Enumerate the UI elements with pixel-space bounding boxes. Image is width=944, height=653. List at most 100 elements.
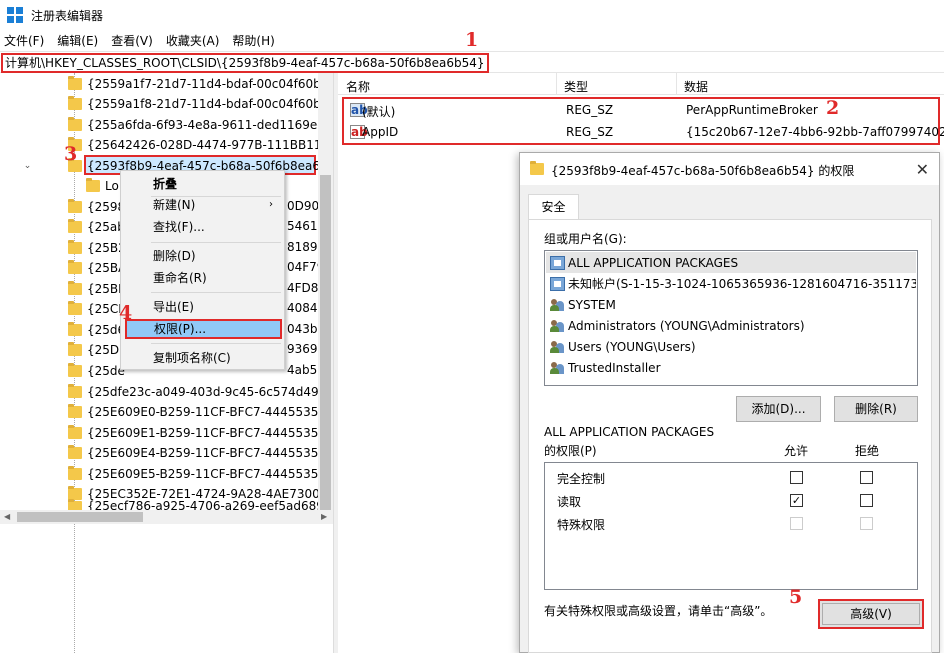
perm-label: 的权限(P) (544, 444, 597, 458)
menu-item-new[interactable]: 新建(N) › (123, 195, 283, 215)
user-list-item[interactable]: ALL APPLICATION PACKAGES (546, 252, 916, 273)
permission-row: 读取 ✓ (557, 491, 917, 511)
step-marker-2: 2 (826, 97, 840, 119)
column-type[interactable]: 类型 (564, 78, 588, 95)
folder-icon (68, 116, 82, 131)
user-list-item[interactable]: Users (YOUNG\Users) (546, 336, 916, 357)
tree-item[interactable]: {25E609E4-B259-11CF-BFC7-44455354 (0, 442, 318, 463)
allow-header: 允许 (784, 444, 809, 458)
column-data[interactable]: 数据 (684, 78, 708, 95)
deny-checkbox (860, 517, 873, 530)
tree-item[interactable]: {2559a1f8-21d7-11d4-bdaf-00c04f60b9 (0, 93, 318, 114)
tree-fragment: 0D90 (287, 199, 320, 213)
scroll-right-icon[interactable]: ▶ (321, 512, 327, 521)
deny-checkbox[interactable] (860, 471, 873, 484)
user-list-item[interactable]: SYSTEM (546, 294, 916, 315)
menu-item-copy-key-name[interactable]: 复制项名称(C) (123, 348, 283, 368)
values-highlight-box: ab (默认) REG_SZ PerAppRuntimeBroker ab Ap… (342, 97, 944, 145)
advanced-hint: 有关特殊权限或高级设置，请单击“高级”。 (544, 604, 773, 618)
menu-help[interactable]: 帮助(H) (232, 32, 274, 49)
user-list-item[interactable]: TrustedInstaller (546, 357, 916, 378)
chevron-right-icon: › (269, 199, 273, 210)
tree-fragment: 8189 (287, 240, 318, 254)
folder-icon (68, 95, 82, 110)
package-icon (550, 255, 565, 270)
menu-item-export[interactable]: 导出(E) (123, 297, 283, 317)
folder-icon (68, 383, 82, 398)
permission-list: 完全控制 读取 ✓ 特殊权限 (544, 462, 918, 590)
tree-vertical-scroll-thumb[interactable] (320, 175, 331, 510)
value-row[interactable]: ab (默认) REG_SZ PerAppRuntimeBroker (344, 100, 944, 121)
advanced-button[interactable]: 高级(V) (818, 599, 924, 629)
menu-favorites[interactable]: 收藏夹(A) (166, 32, 220, 49)
deny-checkbox[interactable] (860, 494, 873, 507)
allow-checkbox (790, 517, 803, 530)
tree-fragment: 5461 (287, 219, 318, 233)
remove-button[interactable]: 删除(R) (834, 396, 918, 422)
menu-item-find[interactable]: 查找(F)... (123, 217, 283, 237)
folder-icon (68, 300, 82, 315)
folder-icon (68, 444, 82, 459)
menu-item-rename[interactable]: 重命名(R) (123, 268, 283, 288)
window-title: 注册表编辑器 (31, 8, 104, 23)
security-tab-panel: 组或用户名(G): ALL APPLICATION PACKAGES 未知帐户(… (528, 219, 932, 653)
folder-icon (68, 239, 82, 254)
user-group-icon (550, 340, 565, 354)
folder-icon (68, 75, 82, 90)
step-marker-4: 4 (119, 302, 133, 324)
folder-icon (68, 485, 82, 500)
tree-fragment: 4FD8 (287, 281, 319, 295)
column-separator[interactable] (676, 73, 677, 95)
value-row[interactable]: ab AppID REG_SZ {15c20b67-12e7-4bb6-92bb… (344, 122, 944, 143)
deny-header: 拒绝 (855, 444, 880, 458)
menu-item-delete[interactable]: 删除(D) (123, 246, 283, 266)
menu-separator (151, 343, 281, 344)
menu-edit[interactable]: 编辑(E) (57, 32, 98, 49)
context-menu: 折叠 新建(N) › 查找(F)... 删除(D) 重命名(R) 导出(E) 权限… (120, 170, 285, 370)
folder-icon (68, 424, 82, 439)
address-path[interactable]: 计算机\HKEY_CLASSES_ROOT\CLSID\{2593f8b9-4e… (1, 53, 489, 73)
add-button[interactable]: 添加(D)... (736, 396, 821, 422)
step-marker-5: 5 (789, 586, 803, 608)
permission-row: 完全控制 (557, 468, 917, 488)
tree-item[interactable]: {25E609E1-B259-11CF-BFC7-44455354 (0, 422, 318, 443)
column-name[interactable]: 名称 (346, 78, 370, 95)
menu-item-collapse[interactable]: 折叠 (123, 174, 283, 194)
user-list-item[interactable]: 未知帐户(S-1-15-3-1024-1065365936-1281604716… (546, 273, 916, 294)
folder-icon (68, 362, 82, 377)
folder-icon (68, 280, 82, 295)
column-separator[interactable] (556, 73, 557, 95)
folder-icon (68, 259, 82, 274)
folder-icon (68, 341, 82, 356)
tree-item[interactable]: {2559a1f7-21d7-11d4-bdaf-00c04f60b9 (0, 73, 318, 94)
scroll-left-icon[interactable]: ◀ (4, 512, 10, 521)
menu-view[interactable]: 查看(V) (111, 32, 153, 49)
chevron-down-icon[interactable]: ⌄ (0, 161, 55, 171)
allow-checkbox[interactable] (790, 471, 803, 484)
step-marker-1: 1 (465, 29, 479, 51)
tree-item[interactable]: {255a6fda-6f93-4e8a-9611-ded1169ee (0, 114, 318, 135)
tree-item[interactable]: {25E609E0-B259-11CF-BFC7-44455354 (0, 401, 318, 422)
menu-separator (151, 242, 281, 243)
user-list-item[interactable]: Administrators (YOUNG\Administrators) (546, 315, 916, 336)
folder-icon (530, 161, 544, 175)
allow-checkbox[interactable]: ✓ (790, 494, 803, 507)
folder-icon (68, 198, 82, 213)
permission-row: 特殊权限 (557, 514, 917, 534)
folder-icon (68, 321, 82, 336)
tree-item[interactable]: {25642426-028D-4474-977B-111BB114 (0, 134, 318, 155)
tree-item[interactable]: {25E609E5-B259-11CF-BFC7-44455354 (0, 463, 318, 484)
perm-subject: ALL APPLICATION PACKAGES (544, 425, 715, 439)
tree-item[interactable]: {25dfe23c-a049-403d-9c45-6c574d49 (0, 381, 318, 402)
close-icon[interactable]: ✕ (916, 160, 929, 179)
menu-item-permissions[interactable]: 权限(P)... (125, 319, 282, 339)
menu-separator (151, 292, 281, 293)
tree-horizontal-scroll-thumb[interactable] (17, 512, 143, 522)
address-bar: 计算机\HKEY_CLASSES_ROOT\CLSID\{2593f8b9-4e… (0, 51, 944, 73)
folder-icon (68, 403, 82, 418)
folder-icon (86, 177, 100, 192)
menu-file[interactable]: 文件(F) (4, 32, 44, 49)
permissions-dialog: {2593f8b9-4eaf-457c-b68a-50f6b8ea6b54} 的… (519, 152, 940, 653)
tab-security[interactable]: 安全 (528, 194, 579, 220)
user-group-icon (550, 361, 565, 375)
